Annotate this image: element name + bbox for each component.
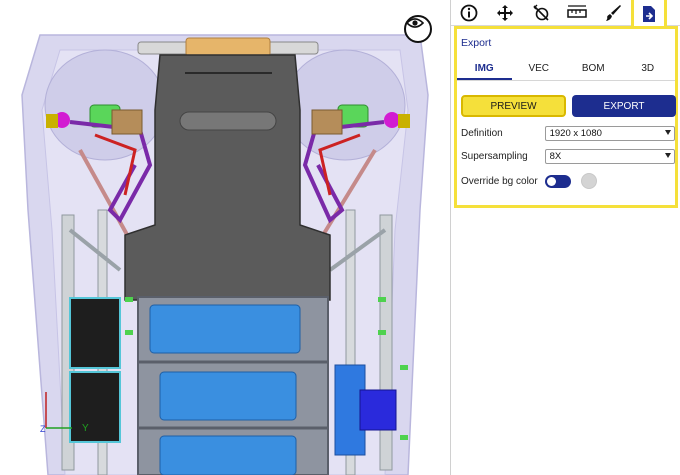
3d-viewport[interactable]: Z Y (0, 0, 450, 475)
measure-tool-button[interactable] (559, 0, 595, 26)
hide-icon (533, 4, 549, 21)
supersampling-row: Supersampling 8X (461, 148, 675, 164)
export-tabs: IMG VEC BOM 3D (457, 59, 675, 81)
toggle-knob (547, 176, 556, 186)
paint-tool-button[interactable] (595, 0, 631, 26)
eye-icon (406, 18, 424, 28)
tab-img[interactable]: IMG (457, 59, 512, 80)
export-tool-button[interactable] (631, 0, 667, 27)
chevron-down-icon (665, 152, 671, 158)
override-bg-toggle[interactable] (545, 174, 571, 188)
supersampling-label: Supersampling (461, 150, 528, 162)
measure-icon (567, 5, 587, 18)
override-bg-row: Override bg color (461, 173, 675, 189)
info-icon (460, 4, 478, 22)
definition-select[interactable]: 1920 x 1080 (544, 125, 675, 141)
definition-label: Definition (461, 127, 503, 139)
move-icon (497, 5, 513, 21)
export-icon (643, 5, 655, 22)
visibility-toggle-button[interactable] (404, 15, 432, 43)
side-panel: Export IMG VEC BOM 3D PREVIEW EXPORT Def… (450, 0, 680, 475)
tab-3d[interactable]: 3D (621, 59, 676, 80)
axis-z-label: Z (40, 424, 46, 434)
preview-button[interactable]: PREVIEW (461, 95, 566, 117)
bg-color-swatch[interactable] (581, 173, 597, 189)
export-panel: Export IMG VEC BOM 3D PREVIEW EXPORT Def… (454, 26, 678, 208)
tab-vec[interactable]: VEC (512, 59, 567, 80)
chevron-down-icon (665, 129, 671, 135)
hide-tool-button[interactable] (523, 0, 559, 26)
definition-value: 1920 x 1080 (549, 127, 602, 139)
move-tool-button[interactable] (487, 0, 523, 26)
export-title: Export (461, 37, 492, 49)
vehicle-model-render[interactable]: Z Y (0, 0, 450, 475)
supersampling-value: 8X (549, 150, 562, 162)
axis-y-label: Y (82, 423, 89, 434)
tab-bom[interactable]: BOM (566, 59, 621, 80)
info-tool-button[interactable] (451, 0, 487, 26)
panel-toolbar (451, 0, 680, 27)
app-window: Z Y Export IMG VEC BOM 3D PREVIEW EXPORT… (0, 0, 680, 475)
override-bg-label: Override bg color (461, 175, 538, 187)
paint-brush-icon (606, 5, 621, 21)
supersampling-select[interactable]: 8X (544, 148, 675, 164)
export-button[interactable]: EXPORT (572, 95, 676, 117)
definition-row: Definition 1920 x 1080 (461, 125, 675, 141)
